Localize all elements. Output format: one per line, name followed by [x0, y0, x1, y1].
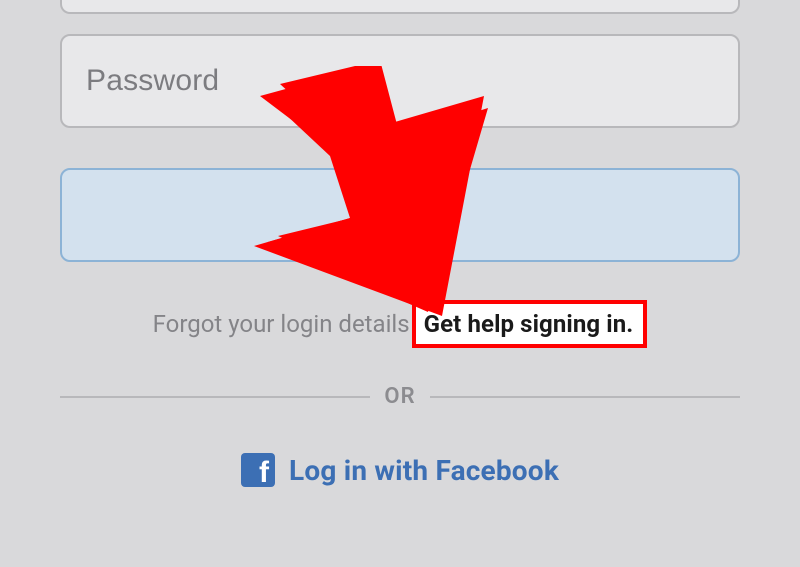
- forgot-row: Forgot your login details Get help signi…: [60, 300, 740, 348]
- help-signing-in-link[interactable]: Get help signing in.: [424, 310, 634, 338]
- facebook-login-row: Log in with Facebook: [60, 453, 740, 491]
- password-field-wrapper: [60, 34, 740, 128]
- password-field[interactable]: [60, 34, 740, 128]
- login-button[interactable]: [60, 168, 740, 262]
- or-divider: OR: [60, 384, 740, 409]
- password-input[interactable]: [62, 36, 738, 126]
- login-screen: Forgot your login details Get help signi…: [0, 0, 800, 567]
- login-button-wrapper: [60, 168, 740, 262]
- facebook-icon: [241, 453, 275, 487]
- username-field-partial[interactable]: [60, 0, 740, 14]
- facebook-login-button[interactable]: Log in with Facebook: [241, 453, 559, 487]
- divider-line-right: [430, 396, 740, 398]
- divider-line-left: [60, 396, 370, 398]
- facebook-login-label: Log in with Facebook: [289, 454, 559, 487]
- forgot-prompt: Forgot your login details: [153, 310, 410, 338]
- or-label: OR: [384, 384, 415, 409]
- help-signing-in-highlight: Get help signing in.: [412, 300, 648, 348]
